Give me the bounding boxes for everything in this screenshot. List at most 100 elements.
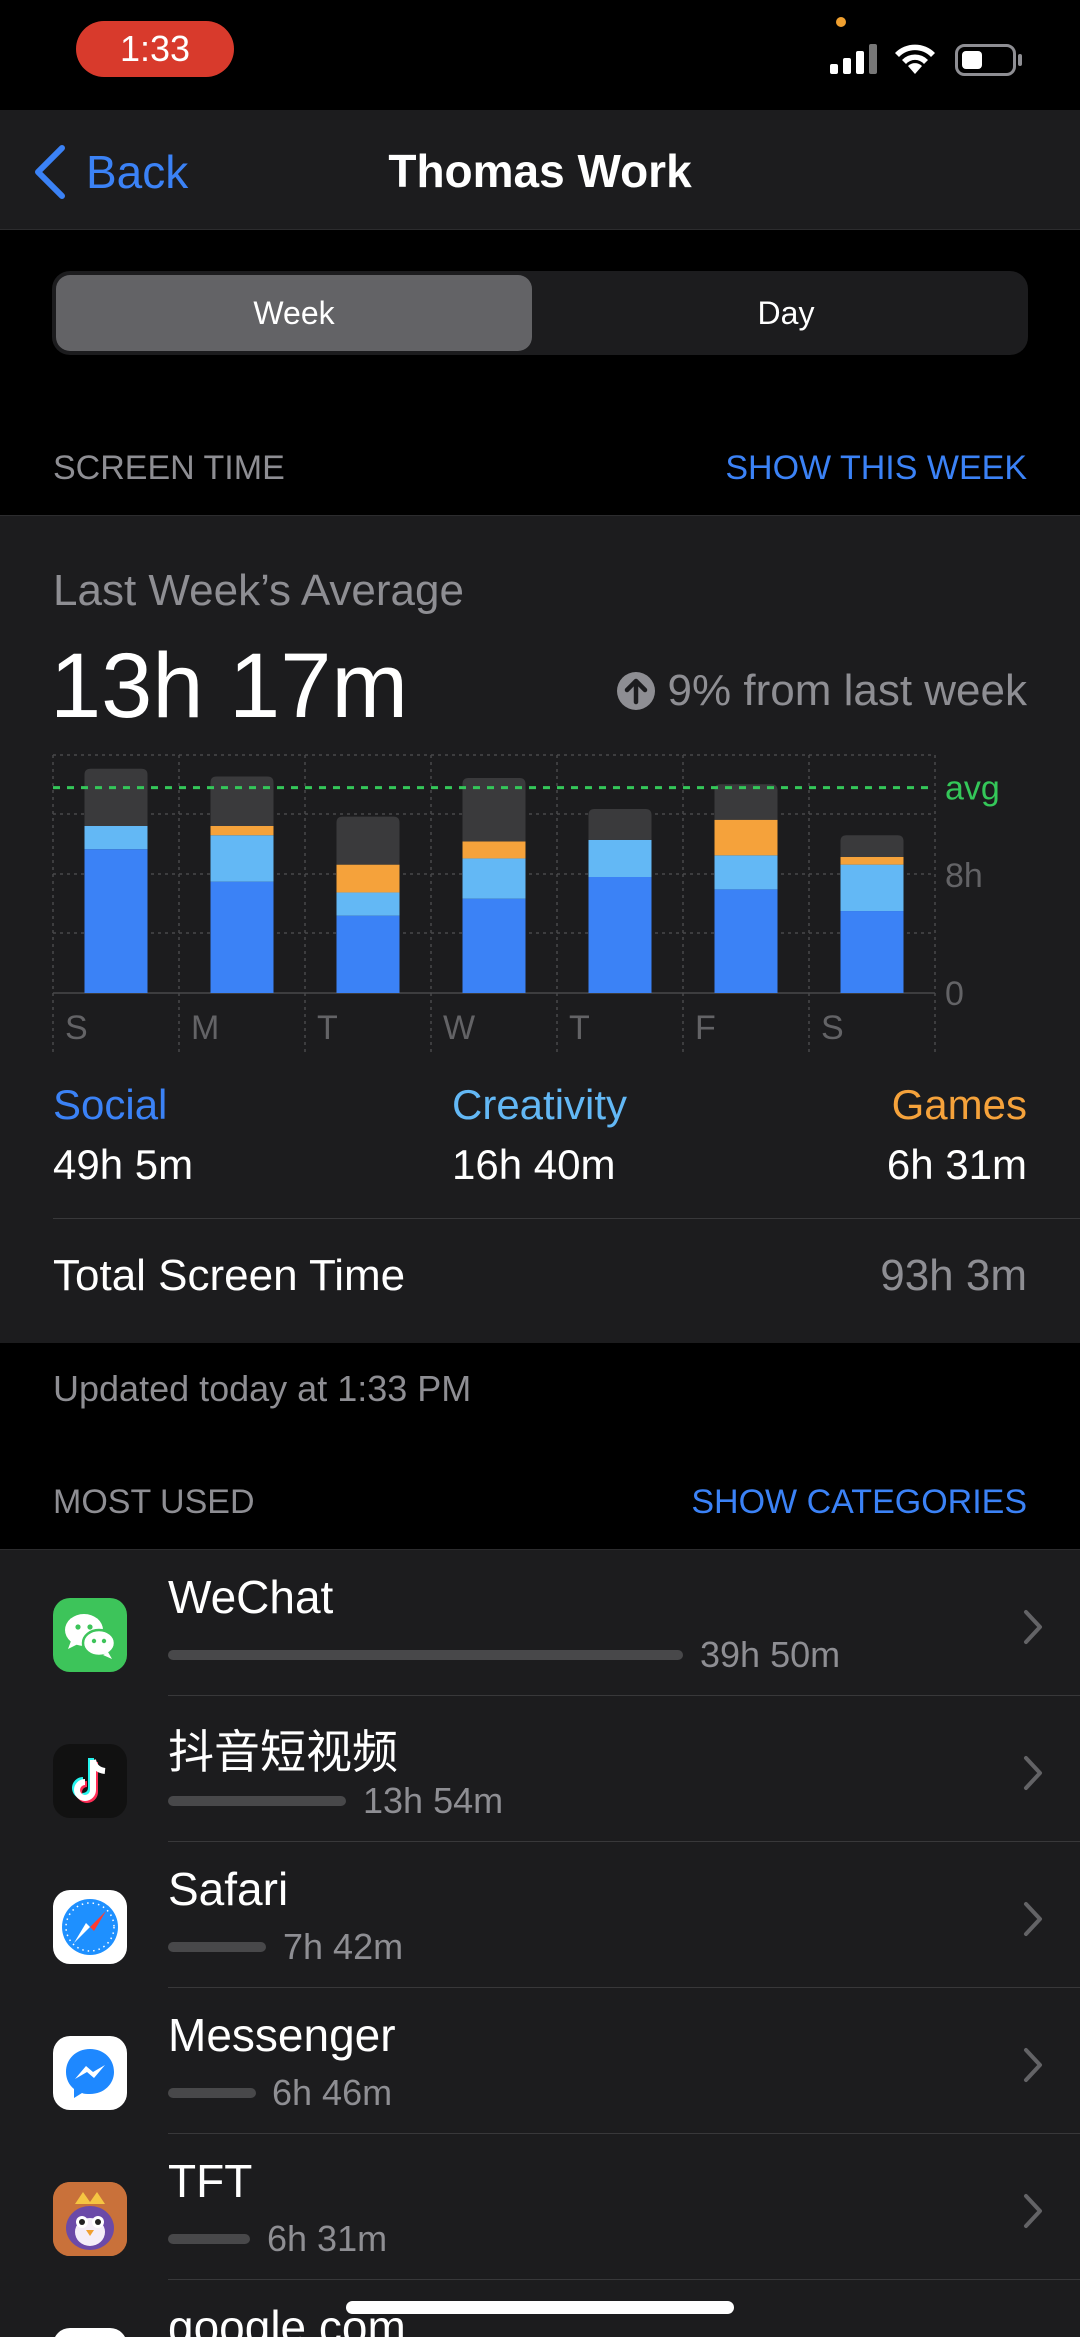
- category-value: 49h 5m: [53, 1141, 194, 1188]
- chart-day-label: T: [569, 1009, 590, 1047]
- usage-bar: [168, 1650, 683, 1660]
- chart-bar-other: [714, 784, 778, 820]
- segment-week[interactable]: Week: [56, 275, 532, 351]
- chart-bar-other: [210, 776, 274, 826]
- chart-bar-creativity: [840, 864, 904, 912]
- chart-bar-social: [588, 877, 652, 993]
- app-row-messenger[interactable]: Messenger 6h 46m: [0, 1988, 1080, 2134]
- show-this-week-link[interactable]: SHOW THIS WEEK: [725, 449, 1027, 488]
- chart-bar-games: [714, 819, 778, 856]
- chevron-right-icon: [1024, 1902, 1042, 1936]
- chart-bar-games: [840, 856, 904, 865]
- chart-bar-social: [84, 849, 148, 993]
- category-creativity: Creativity 16h 40m: [452, 1081, 627, 1189]
- chart-bar-creativity: [462, 858, 526, 899]
- category-value: 6h 31m: [886, 1141, 1027, 1188]
- app-name: Safari: [168, 1863, 289, 1915]
- chevron-right-icon: [1024, 1756, 1042, 1790]
- chart-bar-creativity: [588, 839, 652, 877]
- chart-bar-games: [210, 825, 274, 836]
- chart-average-label: avg: [945, 770, 1000, 808]
- total-screen-time-value: 93h 3m: [880, 1251, 1027, 1300]
- most-used-list: WeChat 39h 50m 抖音短视频 13h 54m Safari 7h 4…: [0, 1549, 1080, 2337]
- privacy-indicator-dot: [836, 17, 846, 27]
- app-duration: 13h 54m: [363, 1780, 504, 1821]
- page-title: Thomas Work: [388, 145, 692, 197]
- chart-bar-social: [840, 911, 904, 993]
- chevron-right-icon: [1024, 2194, 1042, 2228]
- chart-day-label: W: [443, 1009, 475, 1047]
- usage-bar: [168, 1942, 266, 1952]
- wechat-icon: [53, 1598, 127, 1672]
- total-screen-time-label: Total Screen Time: [53, 1251, 406, 1300]
- period-segmented-control: Week Day: [52, 271, 1028, 355]
- chart-day-label: S: [65, 1009, 88, 1047]
- app-row-wechat[interactable]: WeChat 39h 50m: [0, 1550, 1080, 1696]
- chevron-right-icon: [1024, 1610, 1042, 1644]
- chart-tick-label: 8h: [945, 857, 983, 895]
- chart-tick-label: 0: [945, 975, 964, 1013]
- show-categories-link[interactable]: SHOW CATEGORIES: [691, 1483, 1027, 1522]
- chart-bar-other: [840, 835, 904, 857]
- app-row-tft[interactable]: TFT 6h 31m: [0, 2134, 1080, 2280]
- app-name: Messenger: [168, 2009, 396, 2061]
- chart-day-label: S: [821, 1009, 844, 1047]
- navigation-bar: Back Thomas Work: [0, 110, 1080, 230]
- usage-bar: [168, 1796, 346, 1806]
- chart-bar-creativity: [714, 855, 778, 890]
- chart-bar-other: [588, 808, 652, 840]
- status-bar: 1:33: [0, 0, 1080, 110]
- usage-bar-chart: S M T W T F Savg 8h 0: [52, 754, 1000, 1053]
- chart-bar-social: [714, 889, 778, 993]
- screen-time-card[interactable]: Last Week’s Average 13h 17m 9% from last…: [0, 515, 1080, 1343]
- web-icon: [53, 2328, 127, 2337]
- screen-time-section-header: SCREEN TIME SHOW THIS WEEK: [0, 449, 1080, 509]
- chart-bar-creativity: [336, 892, 400, 916]
- chart-bar-social: [336, 915, 400, 993]
- safari-icon: [53, 1890, 127, 1964]
- app-duration: 7h 42m: [283, 1926, 404, 1967]
- app-row-safari[interactable]: Safari 7h 42m: [0, 1842, 1080, 1988]
- usage-bar: [168, 2088, 256, 2098]
- category-games: Games 6h 31m: [887, 1081, 1027, 1189]
- most-used-section-header: MOST USED SHOW CATEGORIES: [0, 1483, 1080, 1543]
- chart-bar-creativity: [210, 835, 274, 882]
- douyin-icon: [53, 1744, 127, 1818]
- category-name: Games: [891, 1081, 1027, 1128]
- chart-bar-other: [84, 768, 148, 826]
- category-name: Social: [53, 1081, 168, 1128]
- app-name: TFT: [168, 2155, 253, 2207]
- category-name: Creativity: [452, 1081, 628, 1128]
- app-name: 抖音短视频: [168, 1726, 398, 1778]
- category-value: 16h 40m: [452, 1141, 616, 1188]
- cellular-signal-icon: [830, 44, 880, 74]
- usage-bar: [168, 2234, 250, 2244]
- screen-time-header-label: SCREEN TIME: [53, 449, 285, 487]
- category-social: Social 49h 5m: [53, 1081, 193, 1189]
- wifi-icon: [895, 44, 935, 74]
- updated-timestamp: Updated today at 1:33 PM: [53, 1368, 472, 1409]
- chart-day-label: M: [191, 1009, 219, 1047]
- tft-icon: [53, 2182, 127, 2256]
- messenger-icon: [53, 2036, 127, 2110]
- chart-day-label: T: [317, 1009, 338, 1047]
- chart-bar-games: [336, 864, 400, 893]
- chart-bar-games: [462, 841, 526, 859]
- divider: [53, 1218, 1080, 1219]
- battery-icon: [955, 44, 1022, 76]
- chart-bar-social: [462, 898, 526, 993]
- home-indicator[interactable]: [346, 2301, 734, 2314]
- chart-bar-social: [210, 881, 274, 993]
- chart-bar-other: [336, 816, 400, 865]
- app-duration: 6h 46m: [272, 2072, 393, 2113]
- chart-day-label: F: [695, 1009, 716, 1047]
- most-used-header-label: MOST USED: [53, 1483, 255, 1521]
- app-row-douyin[interactable]: 抖音短视频 13h 54m: [0, 1696, 1080, 1842]
- app-duration: 6h 31m: [267, 2218, 388, 2259]
- status-time[interactable]: 1:33: [76, 21, 234, 77]
- chart-bar-creativity: [84, 825, 148, 850]
- app-duration: 39h 50m: [700, 1634, 841, 1675]
- segment-day[interactable]: Day: [548, 275, 1024, 351]
- chevron-right-icon: [1024, 2048, 1042, 2082]
- app-name: WeChat: [168, 1571, 334, 1623]
